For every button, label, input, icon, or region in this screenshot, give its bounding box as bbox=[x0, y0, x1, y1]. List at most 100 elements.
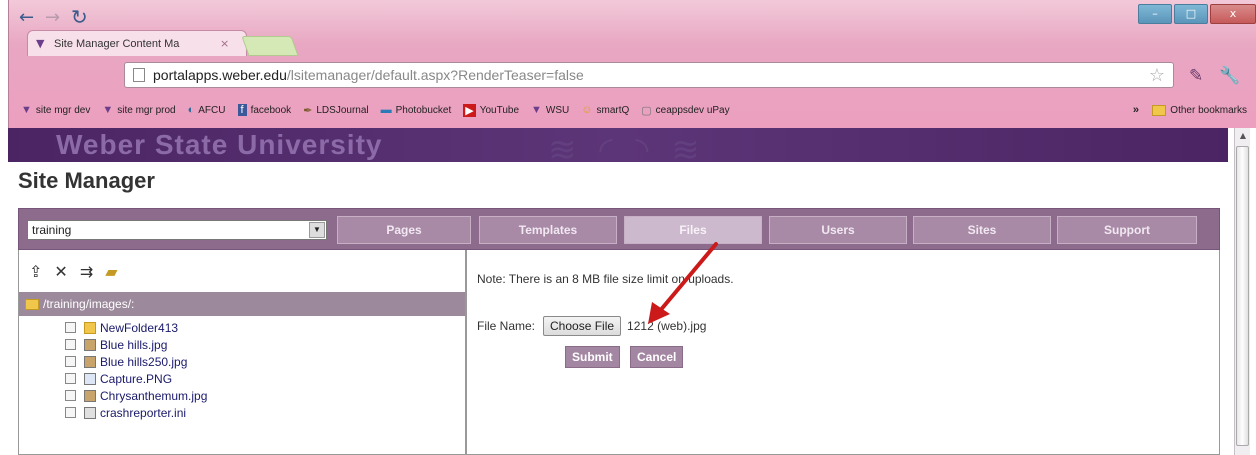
file-name[interactable]: Capture.PNG bbox=[100, 372, 172, 386]
page-scrollbar[interactable]: ▲ bbox=[1234, 128, 1250, 455]
bookmark-item[interactable]: ▬ Photobucket bbox=[381, 104, 452, 116]
brush-icon[interactable]: ✎ bbox=[1189, 66, 1203, 86]
window-controls: – □ x bbox=[1138, 4, 1256, 24]
list-item[interactable]: Blue hills.jpg bbox=[19, 336, 465, 353]
page-icon bbox=[133, 68, 145, 82]
folder-open-icon bbox=[25, 298, 39, 310]
banner-decoration: ≋ ◜ ◝ ≋ bbox=[548, 130, 706, 162]
submit-button[interactable]: Submit bbox=[565, 346, 620, 368]
lds-icon: ✒ bbox=[303, 104, 313, 117]
bookmark-item[interactable]: ▼ site mgr prod bbox=[102, 104, 175, 116]
move-icon[interactable]: ⇉ bbox=[80, 262, 93, 281]
page-title: Site Manager bbox=[18, 168, 155, 193]
bookmark-item[interactable]: ▶ YouTube bbox=[463, 103, 519, 117]
site-select-value: training bbox=[32, 223, 72, 237]
list-item[interactable]: Chrysanthemum.jpg bbox=[19, 387, 465, 404]
close-window-button[interactable]: x bbox=[1210, 4, 1256, 24]
bookmark-item[interactable]: ▼ WSU bbox=[531, 104, 569, 116]
list-item[interactable]: NewFolder413 bbox=[19, 319, 465, 336]
scroll-up-icon[interactable]: ▲ bbox=[1235, 128, 1251, 144]
new-folder-icon[interactable]: ▰ bbox=[105, 262, 117, 281]
page-icon: ▢ bbox=[641, 104, 652, 117]
choose-file-button[interactable]: Choose File bbox=[543, 316, 622, 336]
tab-templates[interactable]: Templates bbox=[479, 216, 617, 244]
address-bar[interactable]: portalapps.weber.edu /lsitemanager/defau… bbox=[124, 62, 1174, 88]
file-browser-panel: ⇪ ✕ ⇉ ▰ /training/images/: NewFolder413 … bbox=[18, 250, 466, 455]
main-navbar: training ▼ Pages Templates Files Users S… bbox=[18, 208, 1220, 250]
back-icon[interactable]: ← bbox=[19, 7, 34, 28]
photobucket-icon: ▬ bbox=[380, 104, 392, 116]
file-toolbar: ⇪ ✕ ⇉ ▰ bbox=[19, 250, 465, 292]
bookmarks-bar: ▼ site mgr dev ▼ site mgr prod ◐ AFCU f face… bbox=[9, 96, 1256, 124]
tab-title: Site Manager Content Ma bbox=[54, 37, 180, 50]
other-bookmarks[interactable]: Other bookmarks bbox=[1152, 104, 1247, 116]
browser-tab[interactable]: ▼ Site Manager Content Ma × bbox=[27, 30, 247, 56]
upload-icon[interactable]: ⇪ bbox=[29, 262, 42, 281]
checkbox[interactable] bbox=[65, 373, 76, 384]
new-tab-button[interactable] bbox=[241, 36, 299, 56]
list-item[interactable]: Blue hills250.jpg bbox=[19, 353, 465, 370]
url-host: portalapps.weber.edu bbox=[153, 67, 287, 83]
bookmarks-more-button[interactable]: » bbox=[1133, 104, 1139, 116]
bookmark-item[interactable]: ▢ ceappsdev uPay bbox=[641, 104, 729, 117]
upload-panel: Note: There is an 8 MB file size limit o… bbox=[466, 250, 1220, 455]
image-file-icon bbox=[84, 389, 96, 402]
facebook-icon: f bbox=[237, 104, 247, 116]
forward-icon[interactable]: → bbox=[45, 7, 60, 28]
tab-close-icon[interactable]: × bbox=[220, 37, 229, 50]
file-input-row: File Name: Choose File 1212 (web).jpg bbox=[477, 316, 706, 336]
list-item[interactable]: Capture.PNG bbox=[19, 370, 465, 387]
reload-icon[interactable]: ↻ bbox=[71, 5, 88, 29]
current-path: /training/images/: bbox=[19, 292, 465, 316]
image-file-icon bbox=[84, 338, 96, 351]
png-file-icon bbox=[84, 372, 96, 385]
bookmark-star-icon[interactable]: ☆ bbox=[1149, 65, 1165, 86]
checkbox[interactable] bbox=[65, 322, 76, 333]
checkbox[interactable] bbox=[65, 407, 76, 418]
site-select[interactable]: training ▼ bbox=[27, 220, 327, 240]
W-icon: ▼ bbox=[21, 104, 32, 116]
file-name-label: File Name: bbox=[477, 319, 536, 333]
youtube-icon: ▶ bbox=[463, 103, 476, 117]
bookmark-label: facebook bbox=[250, 104, 292, 116]
dropdown-arrow-icon[interactable]: ▼ bbox=[309, 222, 325, 238]
checkbox[interactable] bbox=[65, 356, 76, 367]
maximize-button[interactable]: □ bbox=[1174, 4, 1208, 24]
W-icon: ▼ bbox=[102, 104, 114, 116]
banner-title: Weber State University bbox=[56, 129, 383, 160]
file-name[interactable]: crashreporter.ini bbox=[100, 406, 186, 420]
file-name[interactable]: NewFolder413 bbox=[100, 321, 178, 335]
bookmark-item[interactable]: ▼ site mgr dev bbox=[21, 104, 90, 116]
delete-icon[interactable]: ✕ bbox=[54, 262, 67, 281]
tab-pages[interactable]: Pages bbox=[337, 216, 471, 244]
browser-chrome: – □ x ▼ Site Manager Content Ma × ← → ↻ … bbox=[8, 0, 1256, 128]
bookmark-item[interactable]: ◐ AFCU bbox=[188, 104, 226, 116]
url-path: /lsitemanager/default.aspx?RenderTeaser=… bbox=[286, 67, 584, 83]
bookmark-item[interactable]: f facebook bbox=[237, 104, 292, 116]
cancel-button[interactable]: Cancel bbox=[630, 346, 684, 368]
bookmark-item[interactable]: ✒ LDSJournal bbox=[303, 104, 368, 117]
smartq-icon: ☺ bbox=[581, 104, 593, 116]
file-name[interactable]: Blue hills250.jpg bbox=[100, 355, 187, 369]
bookmark-label: Photobucket bbox=[395, 104, 452, 116]
bookmark-label: smartQ bbox=[596, 104, 630, 116]
tab-users[interactable]: Users bbox=[769, 216, 907, 244]
list-item[interactable]: crashreporter.ini bbox=[19, 404, 465, 421]
minimize-button[interactable]: – bbox=[1138, 4, 1172, 24]
path-label: /training/images/: bbox=[43, 297, 135, 311]
file-list: NewFolder413 Blue hills.jpg Blue hills25… bbox=[19, 316, 465, 421]
upload-note: Note: There is an 8 MB file size limit o… bbox=[477, 272, 734, 286]
tab-support[interactable]: Support bbox=[1057, 216, 1197, 244]
bookmark-label: site mgr dev bbox=[35, 104, 91, 116]
bookmark-item[interactable]: ☺ smartQ bbox=[581, 104, 629, 116]
tab-sites[interactable]: Sites bbox=[913, 216, 1051, 244]
checkbox[interactable] bbox=[65, 390, 76, 401]
bookmark-label: site mgr prod bbox=[117, 104, 176, 116]
bookmark-label: WSU bbox=[545, 104, 570, 116]
wrench-icon[interactable]: 🔧 bbox=[1219, 66, 1240, 86]
scroll-thumb[interactable] bbox=[1236, 146, 1249, 446]
checkbox[interactable] bbox=[65, 339, 76, 350]
tab-files[interactable]: Files bbox=[624, 216, 762, 244]
file-name[interactable]: Blue hills.jpg bbox=[100, 338, 167, 352]
file-name[interactable]: Chrysanthemum.jpg bbox=[100, 389, 207, 403]
